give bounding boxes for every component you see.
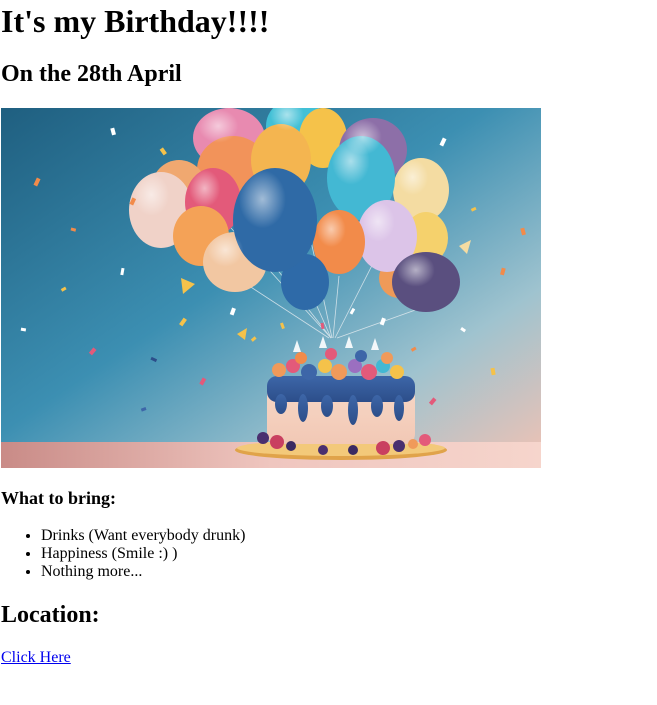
page-title: It's my Birthday!!!! (1, 3, 270, 39)
location-link[interactable]: Click Here (1, 649, 71, 667)
list-item: Happiness (Smile :) ) (41, 545, 245, 563)
list-item: Nothing more... (41, 563, 245, 581)
birthday-cake-balloons-image (1, 108, 541, 468)
party-date: On the 28th April (1, 61, 182, 87)
location-heading: Location: (1, 602, 100, 628)
list-item: Drinks (Want everybody drunk) (41, 527, 245, 545)
bring-list: Drinks (Want everybody drunk) Happiness … (1, 527, 245, 581)
what-to-bring-heading: What to bring: (1, 488, 117, 508)
page: It's my Birthday!!!! On the 28th April W… (0, 0, 657, 705)
